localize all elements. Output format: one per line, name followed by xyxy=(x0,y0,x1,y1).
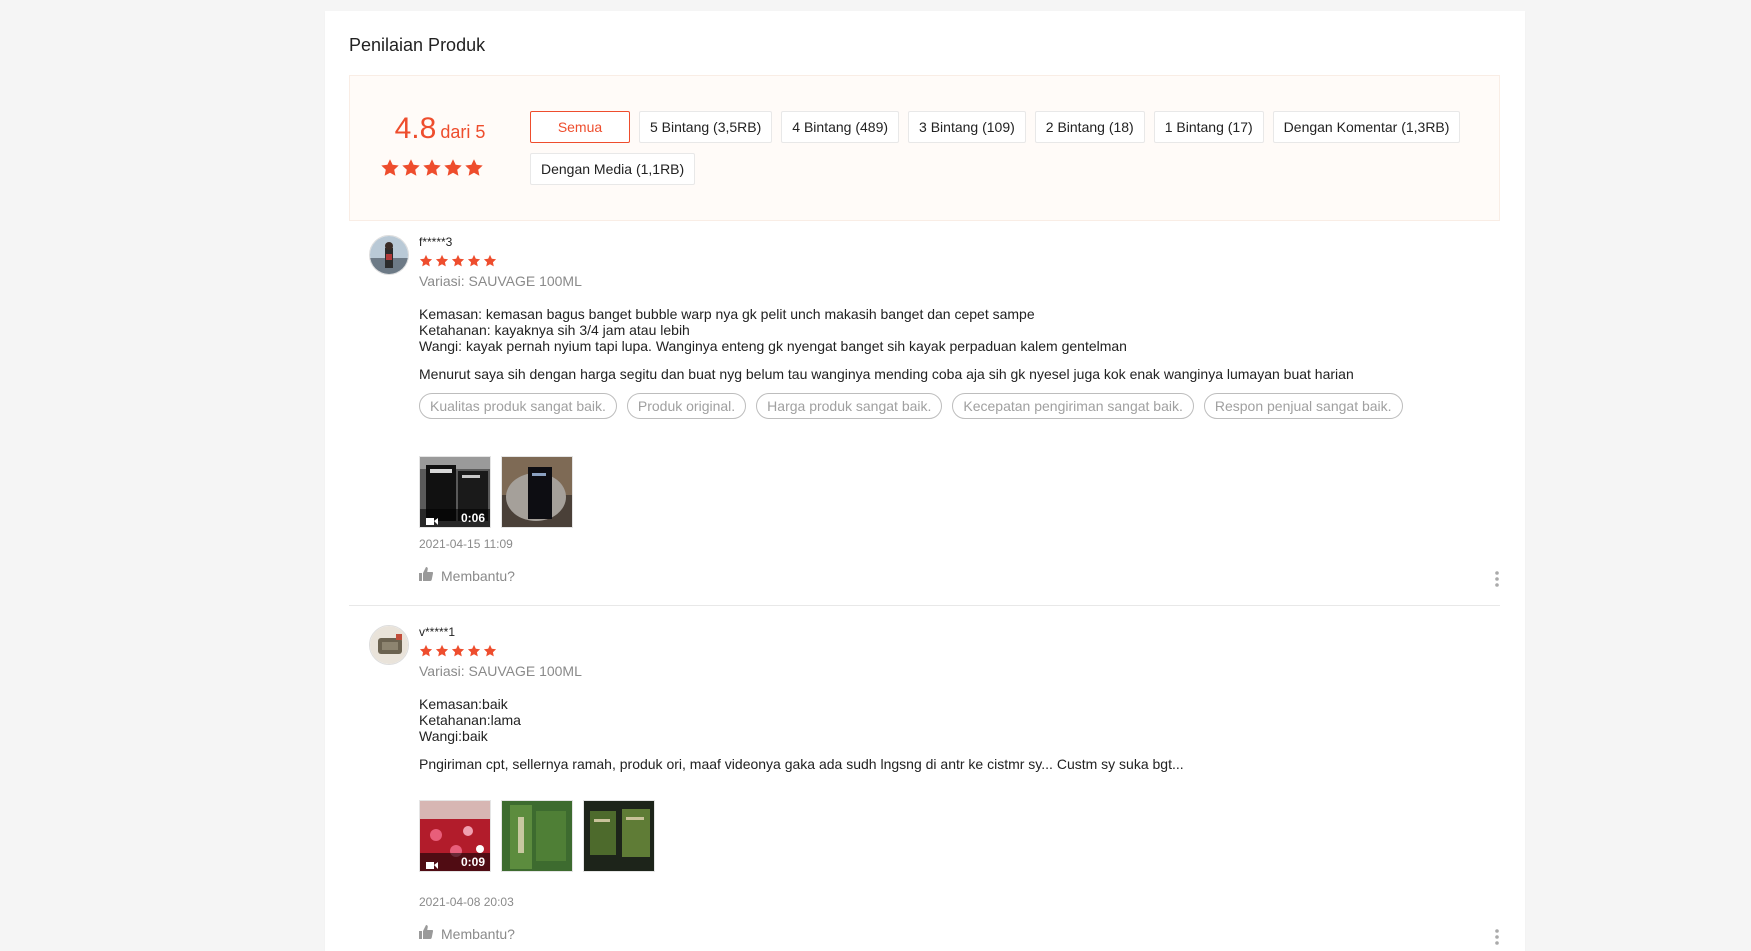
star-icon xyxy=(419,644,433,658)
review-comment: Pngiriman cpt, sellernya ramah, produk o… xyxy=(419,756,1184,772)
avatar[interactable] xyxy=(369,235,409,275)
review-media: 0:09 xyxy=(419,800,655,872)
review-body: Kemasan: kemasan bagus banget bubble war… xyxy=(419,306,1469,354)
filter-with-comment[interactable]: Dengan Komentar (1,3RB) xyxy=(1272,111,1461,143)
filter-2-stars[interactable]: 2 Bintang (18) xyxy=(1034,111,1145,143)
filter-1-star[interactable]: 1 Bintang (17) xyxy=(1153,111,1264,143)
helpful-button[interactable]: Membantu? xyxy=(419,925,515,942)
review-tag: Respon penjual sangat baik. xyxy=(1203,393,1403,419)
review-comment: Menurut saya sih dengan harga segitu dan… xyxy=(419,366,1354,382)
video-camera-icon xyxy=(426,857,438,871)
reviewer-username: v*****1 xyxy=(419,625,456,639)
star-icon xyxy=(380,158,400,178)
score-value: 4.8 xyxy=(394,112,437,145)
review-variant: Variasi: SAUVAGE 100ML xyxy=(419,273,582,289)
review-line: Kemasan: kemasan bagus banget bubble war… xyxy=(419,306,1035,322)
video-duration-bar: 0:09 xyxy=(420,853,490,871)
review-tags: Kualitas produk sangat baik. Produk orig… xyxy=(419,393,1403,419)
review-line: Ketahanan: kayaknya sih 3/4 jam atau leb… xyxy=(419,322,690,338)
helpful-label: Membantu? xyxy=(441,925,515,942)
review-line: Kemasan:baik xyxy=(419,696,508,712)
review-stars xyxy=(419,644,497,658)
review-variant: Variasi: SAUVAGE 100ML xyxy=(419,663,582,679)
avatar[interactable] xyxy=(369,625,409,665)
reviewer-username: f*****3 xyxy=(419,235,453,249)
media-video-thumbnail[interactable]: 0:09 xyxy=(419,800,491,872)
filter-3-stars[interactable]: 3 Bintang (109) xyxy=(908,111,1026,143)
filter-4-stars[interactable]: 4 Bintang (489) xyxy=(781,111,900,143)
review-media: 0:06 xyxy=(419,456,573,528)
star-icon xyxy=(467,644,481,658)
review-tag: Harga produk sangat baik. xyxy=(756,393,943,419)
media-image-thumbnail[interactable] xyxy=(583,800,655,872)
review-date: 2021-04-08 20:03 xyxy=(419,895,514,909)
helpful-button[interactable]: Membantu? xyxy=(419,567,515,584)
review-item: f*****3 Variasi: SAUVAGE 100ML Kemasan: … xyxy=(349,235,1500,587)
video-camera-icon xyxy=(426,513,438,527)
helpful-label: Membantu? xyxy=(441,567,515,584)
review-divider xyxy=(349,605,1500,606)
review-body: Kemasan:baik Ketahanan:lama Wangi:baik xyxy=(419,696,1469,744)
star-icon xyxy=(443,158,463,178)
star-icon xyxy=(483,254,497,268)
rating-summary: 4.8 dari 5 Semua 5 Bintang (3,5RB) 4 Bint… xyxy=(349,75,1500,221)
media-image-thumbnail[interactable] xyxy=(501,456,573,528)
product-ratings-card: Penilaian Produk 4.8 dari 5 Semua 5 Binta… xyxy=(325,11,1525,951)
star-icon xyxy=(435,644,449,658)
review-date: 2021-04-15 11:09 xyxy=(419,537,513,551)
review-tag: Kualitas produk sangat baik. xyxy=(419,393,617,419)
star-icon xyxy=(467,254,481,268)
thumbs-up-icon xyxy=(419,925,434,942)
section-title: Penilaian Produk xyxy=(349,35,486,55)
star-icon xyxy=(451,644,465,658)
overall-score: 4.8 dari 5 xyxy=(380,112,500,146)
review-line: Wangi: kayak pernah nyium tapi lupa. Wan… xyxy=(419,338,1127,354)
star-icon xyxy=(401,158,421,178)
video-duration: 0:06 xyxy=(460,511,485,525)
more-options-icon[interactable] xyxy=(1494,928,1500,946)
star-icon xyxy=(483,644,497,658)
review-stars xyxy=(419,254,497,268)
star-icon xyxy=(419,254,433,268)
star-icon xyxy=(435,254,449,268)
thumbs-up-icon xyxy=(419,567,434,584)
score-out-of: dari 5 xyxy=(440,122,486,142)
video-duration: 0:09 xyxy=(460,855,485,869)
filter-with-media[interactable]: Dengan Media (1,1RB) xyxy=(530,153,696,185)
review-tag: Produk original. xyxy=(626,393,747,419)
overall-stars xyxy=(380,158,486,178)
media-image-thumbnail[interactable] xyxy=(501,800,573,872)
rating-filters: Semua 5 Bintang (3,5RB) 4 Bintang (489) … xyxy=(530,111,1490,185)
star-icon xyxy=(464,158,484,178)
video-duration-bar: 0:06 xyxy=(420,509,490,527)
media-video-thumbnail[interactable]: 0:06 xyxy=(419,456,491,528)
review-line: Ketahanan:lama xyxy=(419,712,521,728)
more-options-icon[interactable] xyxy=(1494,570,1500,588)
review-item: v*****1 Variasi: SAUVAGE 100ML Kemasan:b… xyxy=(349,625,1500,945)
filter-5-stars[interactable]: 5 Bintang (3,5RB) xyxy=(639,111,773,143)
review-line: Wangi:baik xyxy=(419,728,488,744)
star-icon xyxy=(422,158,442,178)
review-tag: Kecepatan pengiriman sangat baik. xyxy=(952,393,1194,419)
filter-all[interactable]: Semua xyxy=(530,111,630,143)
star-icon xyxy=(451,254,465,268)
